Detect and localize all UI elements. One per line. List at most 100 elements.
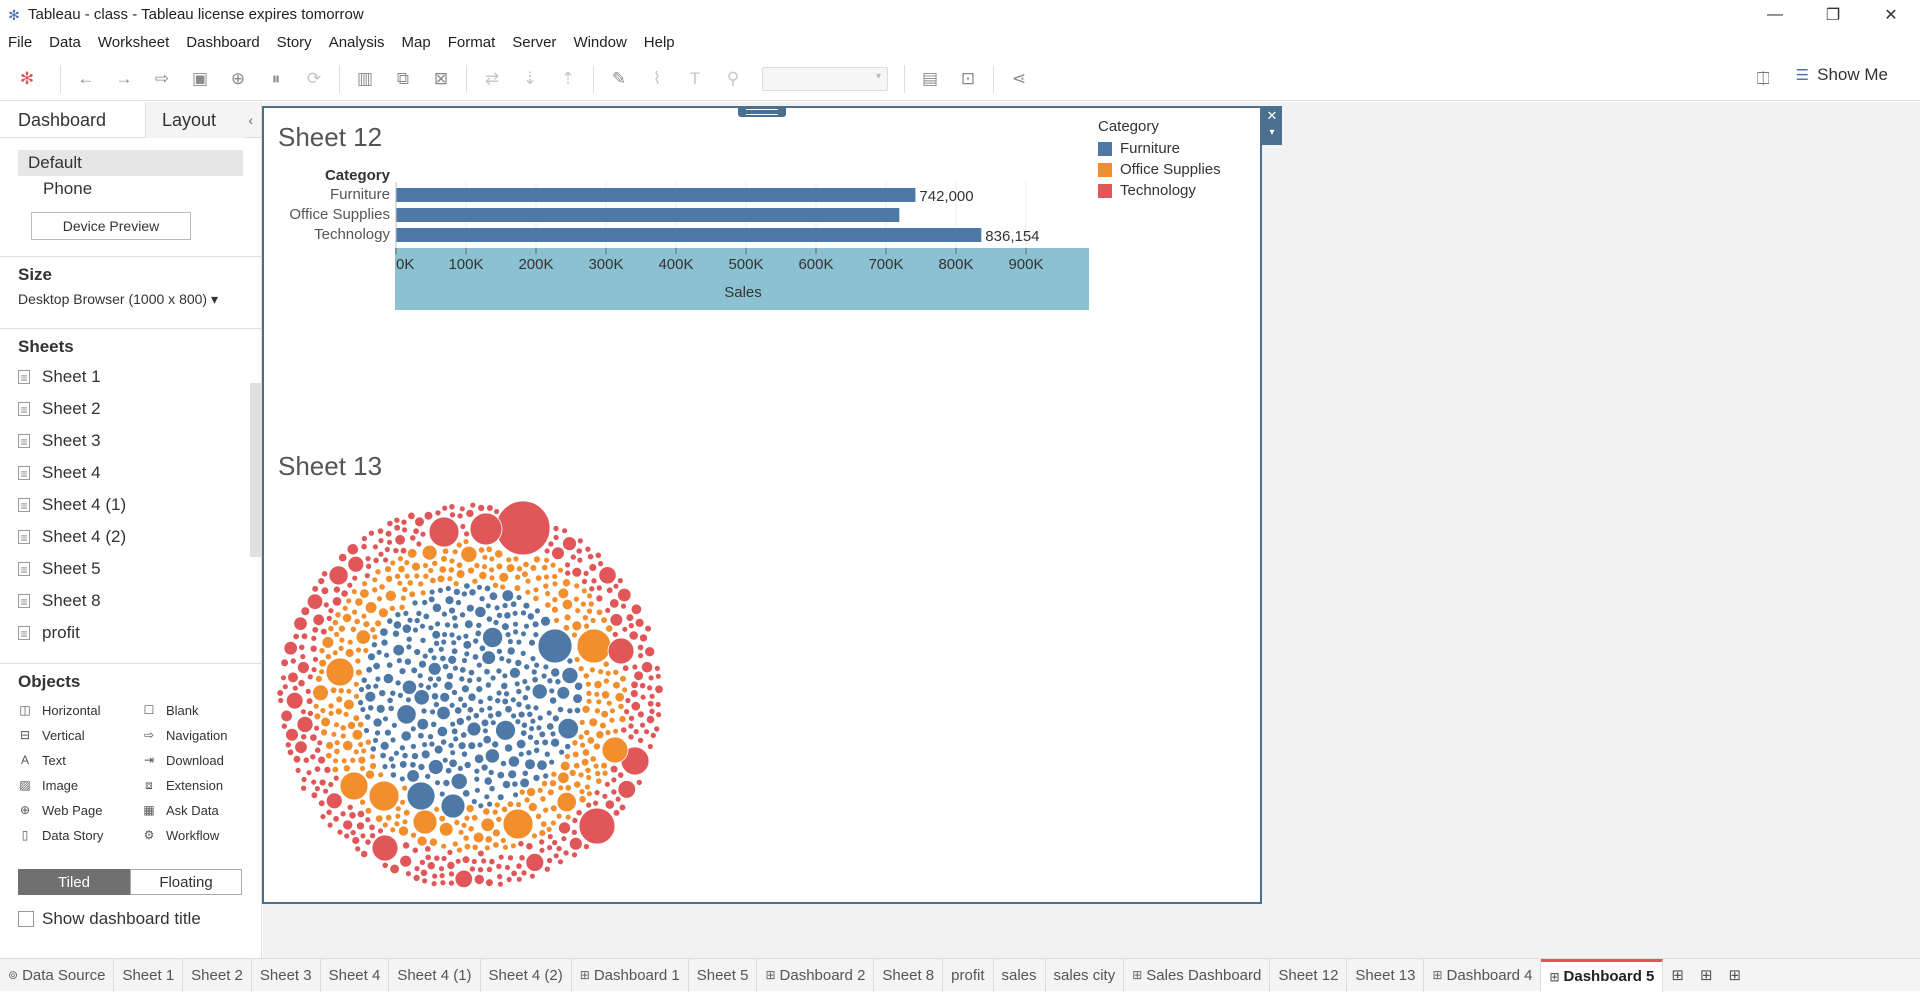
legend-item-technology[interactable]: Technology xyxy=(1098,180,1221,201)
swap-rows-columns-icon[interactable]: ⇄ xyxy=(473,63,511,95)
object-navigation[interactable]: ⇨ Navigation xyxy=(142,725,266,745)
tab-dashboard[interactable]: Dashboard xyxy=(0,102,145,138)
legend-item-office-supplies[interactable]: Office Supplies xyxy=(1098,159,1221,180)
sheet-tab[interactable]: Sheet 4 xyxy=(321,958,390,992)
undo-icon[interactable]: ← xyxy=(67,63,105,95)
show-cards-icon[interactable]: ▤ xyxy=(911,63,949,95)
tiled-button[interactable]: Tiled xyxy=(18,869,130,895)
menu-map[interactable]: Map xyxy=(402,34,431,51)
sheet-tab[interactable]: profit xyxy=(943,958,994,992)
sheet12-bar-chart[interactable]: Category Furniture 742,000 Office Supplies T… xyxy=(274,160,1094,310)
refresh-icon[interactable]: ⟳ xyxy=(295,63,333,95)
share-icon[interactable]: ⋖ xyxy=(1000,63,1038,95)
drag-handle-icon[interactable] xyxy=(738,106,786,117)
object-ask-data[interactable]: ▦ Ask Data xyxy=(142,800,266,820)
sheet-tab[interactable]: Sheet 13 xyxy=(1347,958,1425,992)
object-blank[interactable]: ☐ Blank xyxy=(142,700,266,720)
device-preview-button[interactable]: Device Preview xyxy=(31,212,191,240)
fit-dropdown[interactable] xyxy=(762,66,888,91)
menu-file[interactable]: File xyxy=(8,34,32,51)
duplicate-sheet-icon[interactable]: ⧉ xyxy=(384,63,422,95)
menu-server[interactable]: Server xyxy=(512,34,556,51)
object-image[interactable]: ▨ Image xyxy=(18,775,142,795)
sort-descending-icon[interactable]: ⇡ xyxy=(549,63,587,95)
menu-data[interactable]: Data xyxy=(49,34,81,51)
new-story-icon[interactable]: ⊞ xyxy=(1721,959,1750,992)
tableau-home-icon[interactable]: ✻ xyxy=(0,63,54,95)
menu-window[interactable]: Window xyxy=(573,34,626,51)
sheet-item[interactable]: ▥ Sheet 8 xyxy=(18,585,261,617)
collapse-pane-icon[interactable]: ‹ xyxy=(245,102,261,137)
device-default[interactable]: Default xyxy=(18,150,243,176)
sheet-item[interactable]: ▥ Sheet 4 (1) xyxy=(18,489,261,521)
menu-format[interactable]: Format xyxy=(448,34,496,51)
data-guide-icon[interactable]: ⎅ xyxy=(1756,69,1770,89)
sheet-tab[interactable]: ⊞ Dashboard 4 xyxy=(1424,958,1542,992)
menu-story[interactable]: Story xyxy=(277,34,312,51)
sheet-tab[interactable]: ⊞ Dashboard 2 xyxy=(757,958,875,992)
sheet-tab[interactable]: Sheet 1 xyxy=(114,958,184,992)
pause-auto-updates-icon[interactable]: ⏸ xyxy=(257,63,295,95)
object-extension[interactable]: ⧈ Extension xyxy=(142,775,266,795)
sheet-tab[interactable]: Sheet 4 (2) xyxy=(481,958,572,992)
sheet-tab[interactable]: Sheet 3 xyxy=(252,958,321,992)
menu-worksheet[interactable]: Worksheet xyxy=(98,34,169,51)
save-icon[interactable]: ▣ xyxy=(181,63,219,95)
sheet-tab[interactable]: ⊞ Dashboard 5 xyxy=(1541,958,1664,992)
menu-help[interactable]: Help xyxy=(644,34,675,51)
group-members-icon[interactable]: ⌇ xyxy=(638,63,676,95)
presentation-mode-icon[interactable]: ⊡ xyxy=(949,63,987,95)
zone-menu-icon[interactable]: ▾ xyxy=(1262,126,1282,144)
object-workflow[interactable]: ⚙ Workflow xyxy=(142,825,266,845)
new-worksheet-icon[interactable]: ▥ xyxy=(346,63,384,95)
sheet-tab[interactable]: ⊞ Sales Dashboard xyxy=(1124,958,1271,992)
sheet-tab[interactable]: sales city xyxy=(1046,958,1125,992)
tab-layout[interactable]: Layout xyxy=(145,102,245,138)
new-dashboard-icon[interactable]: ⊞ xyxy=(1692,959,1721,992)
sheet-tab[interactable]: Sheet 5 xyxy=(689,958,758,992)
pause-updates-icon[interactable]: ⇨ xyxy=(143,63,181,95)
fix-axes-icon[interactable]: ⚲ xyxy=(714,63,752,95)
object-data-story[interactable]: ▯ Data Story xyxy=(18,825,142,845)
legend-item-furniture[interactable]: Furniture xyxy=(1098,138,1221,159)
sheet-list-scrollbar[interactable] xyxy=(250,383,261,557)
object-vertical[interactable]: ⊟ Vertical xyxy=(18,725,142,745)
sheet-tab[interactable]: sales xyxy=(994,958,1046,992)
remove-zone-icon[interactable]: ✕ xyxy=(1262,106,1282,126)
sort-ascending-icon[interactable]: ⇣ xyxy=(511,63,549,95)
close-icon[interactable]: ✕ xyxy=(1862,0,1920,29)
sheet-item[interactable]: ▥ Sheet 1 xyxy=(18,361,261,393)
sheet-tab[interactable]: ⊚ Data Source xyxy=(0,958,115,992)
highlight-icon[interactable]: ✎ xyxy=(600,63,638,95)
sheet-tab[interactable]: ⊞ Dashboard 1 xyxy=(572,958,689,992)
new-worksheet-icon[interactable]: ⊞ xyxy=(1663,959,1692,992)
sheet-tab[interactable]: Sheet 2 xyxy=(183,958,252,992)
menu-dashboard[interactable]: Dashboard xyxy=(186,34,259,51)
object-text[interactable]: A Text xyxy=(18,750,142,770)
show-me-button[interactable]: ☰ Show Me xyxy=(1796,65,1888,85)
sheet-tab[interactable]: Sheet 12 xyxy=(1270,958,1348,992)
show-title-checkbox[interactable] xyxy=(18,911,34,927)
floating-button[interactable]: Floating xyxy=(130,869,242,895)
sheet-tab[interactable]: Sheet 8 xyxy=(874,958,944,992)
sheet13-bubble-chart[interactable] xyxy=(270,496,680,892)
clear-sheet-icon[interactable]: ⊠ xyxy=(422,63,460,95)
show-mark-labels-icon[interactable]: T xyxy=(676,63,714,95)
menu-analysis[interactable]: Analysis xyxy=(329,34,385,51)
show-dashboard-title-option[interactable]: Show dashboard title xyxy=(18,909,261,929)
redo-icon[interactable]: → xyxy=(105,63,143,95)
sheet-item[interactable]: ▥ profit xyxy=(18,617,261,649)
sheet-item[interactable]: ▥ Sheet 4 xyxy=(18,457,261,489)
sheet-tab[interactable]: Sheet 4 (1) xyxy=(389,958,481,992)
restore-icon[interactable]: ❐ xyxy=(1804,0,1862,29)
new-data-source-icon[interactable]: ⊕ xyxy=(219,63,257,95)
object-web-page[interactable]: ⊕ Web Page xyxy=(18,800,142,820)
object-download[interactable]: ⇥ Download xyxy=(142,750,266,770)
size-dropdown[interactable]: Desktop Browser (1000 x 800) ▾ xyxy=(0,289,261,310)
device-phone[interactable]: Phone xyxy=(18,176,243,202)
sheet-item[interactable]: ▥ Sheet 3 xyxy=(18,425,261,457)
minimize-icon[interactable]: — xyxy=(1746,0,1804,29)
object-horizontal[interactable]: ◫ Horizontal xyxy=(18,700,142,720)
sheet-item[interactable]: ▥ Sheet 4 (2) xyxy=(18,521,261,553)
sheet-item[interactable]: ▥ Sheet 2 xyxy=(18,393,261,425)
